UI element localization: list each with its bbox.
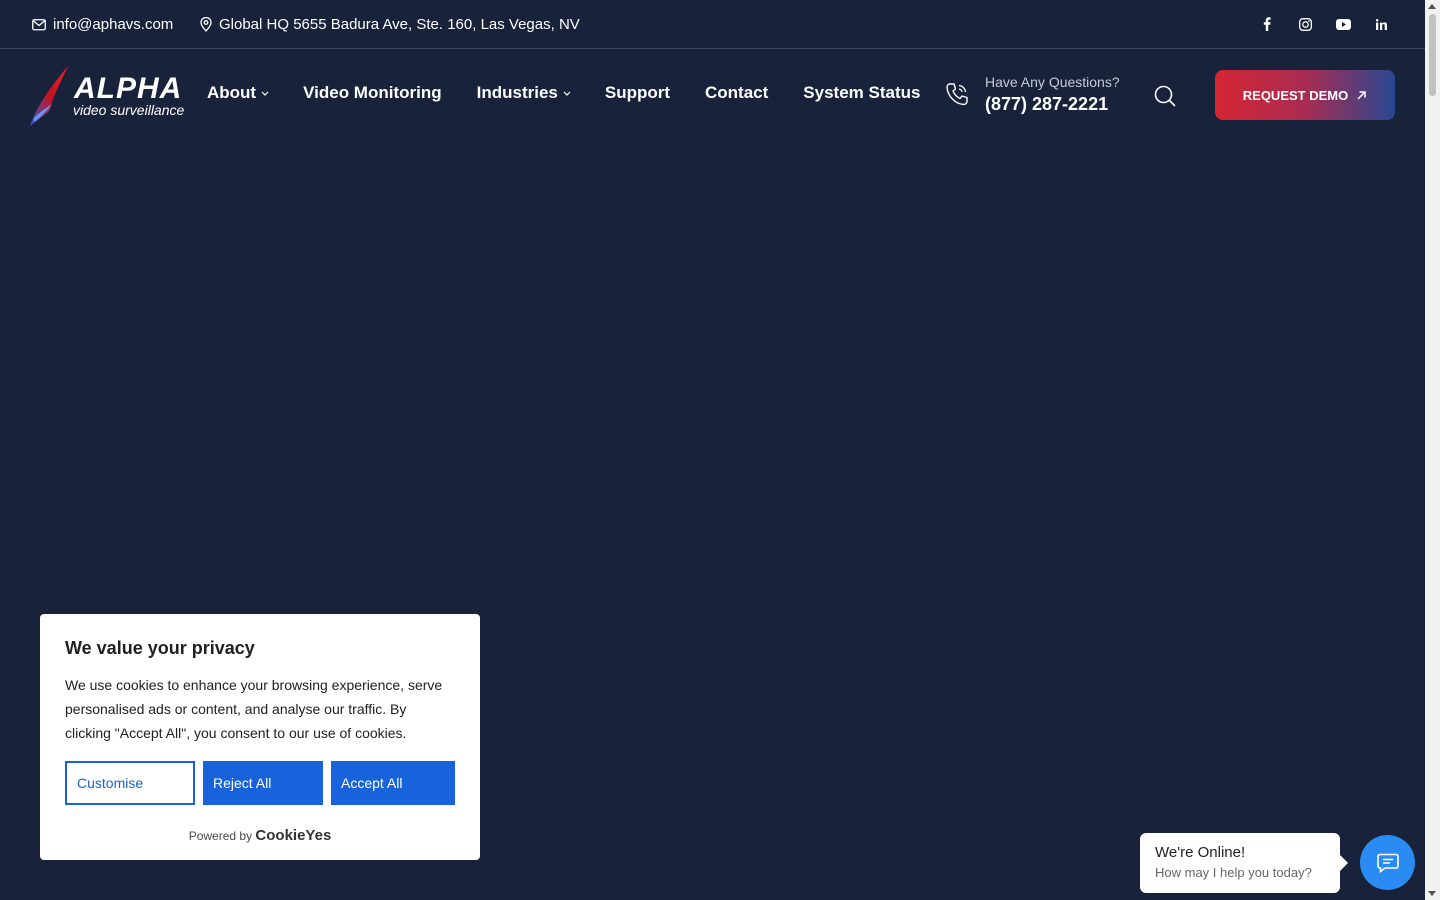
phone-number[interactable]: (877) 287-2221 [985, 94, 1120, 115]
reject-all-button[interactable]: Reject All [203, 761, 323, 805]
nav-item-system-status[interactable]: System Status [803, 83, 920, 103]
nav-item-label: Industries [476, 83, 558, 102]
nav-item-label: System Status [803, 83, 921, 102]
address-text: Global HQ 5655 Badura Ave, Ste. 160, Las… [219, 16, 580, 33]
email-text: info@aphavs.com [53, 16, 174, 33]
nav-item-label: About [207, 83, 257, 102]
chat-title: We're Online! [1155, 844, 1246, 861]
nav-menu: About Video Monitoring Industries Suppor… [207, 83, 920, 103]
site-logo[interactable]: ALPHA video surveillance [28, 66, 198, 128]
chat-launcher-button[interactable] [1360, 835, 1415, 890]
nav-item-about[interactable]: About [207, 83, 269, 103]
scroll-down-arrow[interactable] [1428, 891, 1436, 896]
nav-item-label: Contact [705, 83, 769, 102]
search-icon [1154, 85, 1176, 107]
scroll-up-arrow[interactable] [1428, 4, 1436, 9]
logo-brand: ALPHA [74, 72, 183, 105]
powered-by-label: Powered by [188, 829, 253, 843]
accept-all-button[interactable]: Accept All [331, 761, 455, 805]
search-button[interactable] [1154, 85, 1176, 112]
customise-button[interactable]: Customise [65, 761, 195, 805]
nav-item-video-monitoring[interactable]: Video Monitoring [303, 83, 442, 103]
address-link[interactable]: Global HQ 5655 Badura Ave, Ste. 160, Las… [200, 16, 580, 33]
phone-contact[interactable]: Have Any Questions? (877) 287-2221 [945, 74, 1120, 115]
chat-subtitle: How may I help you today? [1155, 865, 1312, 880]
chevron-down-icon [261, 91, 269, 96]
nav-item-contact[interactable]: Contact [705, 83, 768, 103]
facebook-icon[interactable] [1259, 15, 1275, 33]
main-navigation: ALPHA video surveillance About Video Mon… [0, 50, 1425, 140]
location-pin-icon [200, 17, 212, 32]
chat-greeting-bubble[interactable]: We're Online! How may I help you today? [1140, 833, 1348, 893]
cookie-description: We use cookies to enhance your browsing … [65, 677, 443, 741]
phone-icon [946, 82, 968, 105]
top-bar: info@aphavs.com Global HQ 5655 Badura Av… [0, 0, 1425, 49]
powered-by: Powered by CookieYes [65, 827, 455, 844]
social-links [1259, 15, 1389, 33]
phone-text: Have Any Questions? (877) 287-2221 [985, 74, 1120, 115]
youtube-icon[interactable] [1335, 15, 1351, 33]
nav-item-label: Support [604, 83, 671, 102]
linkedin-icon[interactable] [1373, 15, 1389, 33]
arrow-up-right-icon [1357, 90, 1366, 100]
cookie-actions: Customise Reject All Accept All [65, 761, 455, 805]
cookieyes-logo[interactable]: CookieYes [255, 827, 331, 844]
chat-icon [1376, 853, 1399, 873]
nav-item-label: Video Monitoring [303, 83, 442, 102]
logo-tagline: video surveillance [73, 102, 185, 118]
page-scrollbar[interactable] [1425, 0, 1440, 900]
question-label: Have Any Questions? [985, 74, 1120, 90]
chevron-down-icon [563, 91, 571, 96]
cookie-title: We value your privacy [65, 638, 255, 658]
nav-item-support[interactable]: Support [605, 83, 670, 103]
mail-icon [32, 18, 46, 30]
nav-item-industries[interactable]: Industries [477, 83, 571, 103]
instagram-icon[interactable] [1297, 15, 1313, 33]
cookie-consent-banner: We value your privacy We use cookies to … [40, 614, 480, 860]
request-demo-label: REQUEST DEMO [1242, 87, 1349, 103]
email-link[interactable]: info@aphavs.com [32, 16, 173, 33]
scrollbar-thumb[interactable] [1429, 14, 1436, 96]
request-demo-button[interactable]: REQUEST DEMO [1215, 70, 1395, 120]
